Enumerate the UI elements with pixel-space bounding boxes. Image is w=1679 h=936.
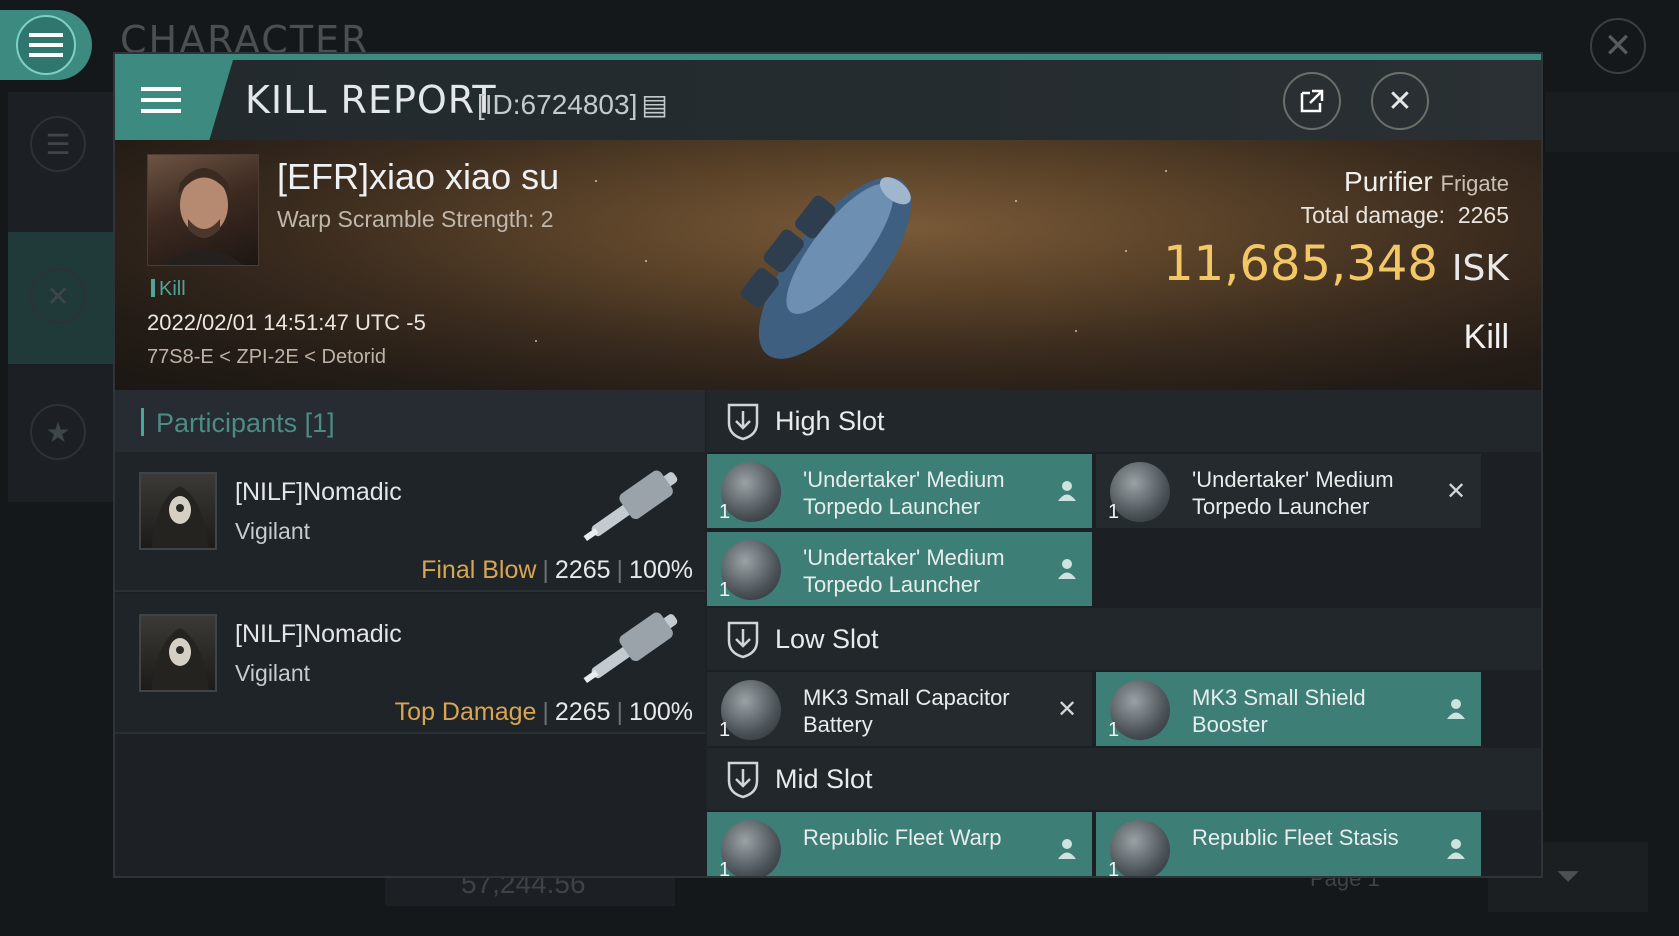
background-close-button[interactable]: ✕ <box>1590 18 1646 74</box>
victim-name[interactable]: [EFR]xiao xiao su <box>277 156 559 198</box>
module-item[interactable]: 1 'Undertaker' Medium Torpedo Launcher <box>707 454 1092 528</box>
participant-ship: Vigilant <box>235 660 311 686</box>
low-slot-label: Low Slot <box>775 623 879 654</box>
shield-slot-icon <box>727 403 759 441</box>
destroyed-x-icon: ✕ <box>1056 695 1078 723</box>
module-item[interactable]: 1 'Undertaker' Medium Torpedo Launcher <box>707 532 1092 606</box>
module-item[interactable]: 1 Republic Fleet Stasis <box>1096 812 1481 878</box>
module-item[interactable]: 1 Republic Fleet Warp <box>707 812 1092 878</box>
dropped-person-icon <box>1054 478 1080 504</box>
participant-role: Top Damage <box>394 698 537 726</box>
victim-banner: [EFR]xiao xiao su Warp Scramble Strength… <box>115 140 1541 390</box>
participant-row[interactable]: [NILF]Nomadic Vigilant Final Blow | 2265 | 1… <box>115 452 705 592</box>
menu-icon <box>16 15 76 75</box>
close-icon: ✕ <box>1387 84 1413 118</box>
participant-row[interactable]: [NILF]Nomadic Vigilant Top Damage | 2265 | 1… <box>115 594 705 734</box>
kill-location[interactable]: 77S8-E < ZPI-2E < Detorid <box>147 346 386 369</box>
participant-damage: 2265 <box>554 698 611 726</box>
share-button[interactable] <box>1283 72 1341 130</box>
total-damage-label: Total damage: <box>1300 202 1446 228</box>
dropped-person-icon <box>1443 696 1469 722</box>
module-quantity: 1 <box>719 859 731 878</box>
total-damage: Total damage: 2265 <box>1301 202 1509 229</box>
weapon-icon <box>583 470 678 542</box>
external-link-icon <box>1300 89 1324 113</box>
weapon-icon <box>583 612 678 684</box>
kill-report-header: KILL REPORT [ID:6724803] ▤ ✕ <box>115 60 1541 140</box>
kill-tag: Kill <box>151 278 186 301</box>
participant-ship: Vigilant <box>235 518 311 544</box>
isk-unit: ISK <box>1451 248 1509 289</box>
ship-class: Frigate <box>1440 171 1509 196</box>
module-item[interactable]: 1 MK3 Small Shield Booster <box>1096 672 1481 746</box>
shield-slot-icon <box>727 621 759 659</box>
participant-avatar <box>139 472 217 550</box>
list-icon[interactable]: ☰ <box>30 116 86 172</box>
page-title: KILL REPORT <box>245 78 497 122</box>
kill-timestamp: 2022/02/01 14:51:47 UTC -5 <box>147 310 426 335</box>
dropped-person-icon <box>1443 836 1469 862</box>
report-id: [ID:6724803] ▤ <box>477 88 668 121</box>
modal-menu-button[interactable] <box>115 60 233 140</box>
module-item[interactable]: 1 'Undertaker' Medium Torpedo Launcher ✕ <box>1096 454 1481 528</box>
module-quantity: 1 <box>719 501 731 523</box>
dropped-person-icon <box>1054 556 1080 582</box>
report-id-text: [ID:6724803] <box>477 89 638 120</box>
participant-stats: Top Damage | 2265 | 100% <box>394 698 693 726</box>
high-slot-header: High Slot <box>707 390 1541 452</box>
participant-name: [NILF]Nomadic <box>235 478 402 506</box>
ship-name: Purifier <box>1344 166 1433 197</box>
dropped-person-icon <box>1054 836 1080 862</box>
shield-slot-icon <box>727 761 759 799</box>
isk-amount: 11,685,348 <box>1163 236 1438 292</box>
menu-icon <box>141 87 181 113</box>
module-item[interactable]: 1 MK3 Small Capacitor Battery ✕ <box>707 672 1092 746</box>
module-name: Republic Fleet Stasis <box>1192 825 1399 850</box>
module-quantity: 1 <box>1108 859 1120 878</box>
destroyed-x-icon: ✕ <box>1445 477 1467 505</box>
module-name: 'Undertaker' Medium Torpedo Launcher <box>803 545 1005 597</box>
isk-value: 11,685,348 ISK <box>1163 236 1509 292</box>
participants-panel: Participants [1] [NILF]Nomadic Vigilant … <box>115 390 705 876</box>
participant-name: [NILF]Nomadic <box>235 620 402 648</box>
participants-header[interactable]: Participants [1] <box>115 390 705 452</box>
victim-portrait[interactable] <box>147 154 259 266</box>
crossed-swords-icon[interactable]: ✕ <box>30 268 86 324</box>
total-damage-value: 2265 <box>1457 202 1509 228</box>
module-name: 'Undertaker' Medium Torpedo Launcher <box>1192 467 1394 519</box>
victim-ship[interactable]: Purifier Frigate <box>1344 166 1509 198</box>
module-quantity: 1 <box>719 719 731 741</box>
ship-image[interactable] <box>715 150 955 385</box>
module-quantity: 1 <box>1108 501 1120 523</box>
participant-stats: Final Blow | 2265 | 100% <box>421 556 693 584</box>
background-panel <box>1545 92 1679 152</box>
participant-percent: 100% <box>629 698 693 726</box>
kill-result: Kill <box>1463 318 1509 356</box>
main-menu-button[interactable] <box>0 10 92 80</box>
copy-icon[interactable]: ▤ <box>641 89 667 120</box>
mid-slot-header: Mid Slot <box>707 748 1541 810</box>
participant-damage: 2265 <box>554 556 611 584</box>
warp-scramble-strength: Warp Scramble Strength: 2 <box>277 206 554 232</box>
participant-role: Final Blow <box>421 556 537 584</box>
module-quantity: 1 <box>719 579 731 601</box>
high-slot-label: High Slot <box>775 405 885 436</box>
module-name: MK3 Small Capacitor Battery <box>803 685 1010 737</box>
participant-avatar <box>139 614 217 692</box>
module-quantity: 1 <box>1108 719 1120 741</box>
fittings-panel: High Slot 1 'Undertaker' Medium Torpedo … <box>707 390 1541 878</box>
star-icon[interactable]: ★ <box>30 404 86 460</box>
module-name: MK3 Small Shield Booster <box>1192 685 1366 737</box>
low-slot-header: Low Slot <box>707 608 1541 670</box>
kill-report-modal: KILL REPORT [ID:6724803] ▤ ✕ [EFR]xiao xi… <box>113 52 1543 878</box>
participant-percent: 100% <box>629 556 693 584</box>
module-name: Republic Fleet Warp <box>803 825 1002 850</box>
mid-slot-label: Mid Slot <box>775 763 873 794</box>
module-name: 'Undertaker' Medium Torpedo Launcher <box>803 467 1005 519</box>
close-button[interactable]: ✕ <box>1371 72 1429 130</box>
